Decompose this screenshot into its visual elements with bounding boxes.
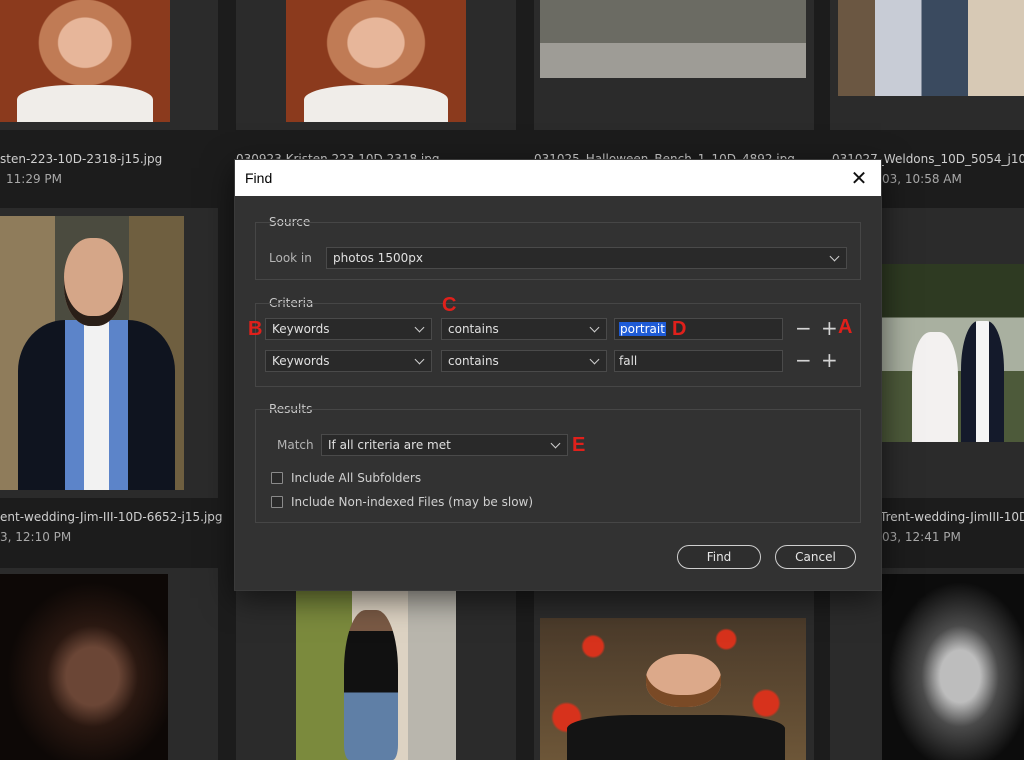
criteria-operator-select[interactable]: contains (441, 350, 607, 372)
look-in-label: Look in (269, 251, 312, 265)
annotation-marker-d: D (672, 318, 687, 340)
criteria-operator-select[interactable]: contains (441, 318, 607, 340)
match-select[interactable]: If all criteria are met (321, 434, 568, 456)
remove-criterion-button[interactable]: − (795, 318, 812, 338)
photo-thumbnail (540, 618, 806, 760)
thumbnail-cell[interactable] (0, 568, 218, 760)
include-nonindexed-checkbox[interactable]: Include Non-indexed Files (may be slow) (271, 495, 533, 509)
match-value: If all criteria are met (328, 438, 451, 452)
thumbnail-date: 3, 12:10 PM (0, 530, 72, 544)
chevron-down-icon (550, 438, 561, 448)
photo-thumbnail (296, 590, 456, 760)
criteria-field-select[interactable]: Keywords (265, 350, 432, 372)
add-criterion-button[interactable]: + (821, 318, 838, 338)
checkbox-box[interactable] (271, 496, 283, 508)
annotation-marker-a: A (838, 316, 853, 338)
find-dialog: Find ✕ Source Look in photos 1500px Crit… (235, 160, 881, 590)
criteria-field-value: Keywords (272, 322, 330, 336)
dialog-title: Find (245, 170, 273, 186)
annotation-marker-e: E (572, 434, 586, 456)
photo-thumbnail (838, 0, 1024, 96)
chevron-down-icon (414, 322, 425, 332)
thumbnail-date: 03, 10:58 AM (882, 172, 962, 186)
checkbox-label: Include All Subfolders (291, 471, 422, 485)
thumbnail-cell[interactable] (0, 208, 218, 498)
thumbnail-cell[interactable] (236, 0, 516, 130)
criteria-value-text: fall (619, 354, 638, 368)
thumbnail-filename: ent-wedding-Jim-III-10D-6652-j15.jpg (0, 510, 223, 524)
annotation-marker-c: C (442, 294, 457, 316)
criteria-operator-value: contains (448, 322, 499, 336)
find-button[interactable]: Find (677, 545, 761, 569)
thumbnail-filename: sten-223-10D-2318-j15.jpg (0, 152, 163, 166)
thumbnail-filename: Trent-wedding-JimIII-10D-6 (880, 510, 1024, 524)
cancel-button[interactable]: Cancel (775, 545, 856, 569)
match-label: Match (277, 438, 314, 452)
photo-thumbnail (540, 0, 806, 78)
remove-criterion-button[interactable]: − (795, 350, 812, 370)
photo-thumbnail (0, 0, 170, 122)
chevron-down-icon (589, 322, 600, 332)
chevron-down-icon (414, 354, 425, 364)
include-subfolders-checkbox[interactable]: Include All Subfolders (271, 471, 421, 485)
criteria-value-input[interactable]: portrait (614, 318, 783, 340)
photo-thumbnail (286, 0, 466, 122)
look-in-select[interactable]: photos 1500px (326, 247, 847, 269)
thumbnail-date: 11:29 PM (6, 172, 62, 186)
criteria-field-value: Keywords (272, 354, 330, 368)
photo-thumbnail (0, 216, 184, 490)
selected-text: portrait (619, 322, 666, 336)
photo-thumbnail (880, 264, 1024, 442)
thumbnail-cell[interactable] (0, 0, 218, 130)
checkbox-label: Include Non-indexed Files (may be slow) (291, 495, 534, 509)
photo-thumbnail (0, 574, 168, 760)
thumbnail-date: 03, 12:41 PM (882, 530, 961, 544)
criteria-value-input[interactable]: fall (614, 350, 783, 372)
thumbnail-cell[interactable] (830, 568, 1024, 760)
close-icon[interactable]: ✕ (847, 168, 871, 188)
chevron-down-icon (829, 251, 840, 261)
photo-thumbnail (882, 574, 1024, 760)
look-in-value: photos 1500px (333, 251, 423, 265)
thumbnail-cell[interactable] (534, 590, 814, 760)
thumbnail-cell[interactable] (236, 590, 516, 760)
thumbnail-cell[interactable] (534, 0, 814, 130)
criteria-field-select[interactable]: Keywords (265, 318, 432, 340)
chevron-down-icon (589, 354, 600, 364)
thumbnail-cell[interactable] (830, 0, 1024, 130)
criteria-group (255, 303, 861, 387)
criteria-operator-value: contains (448, 354, 499, 368)
add-criterion-button[interactable]: + (821, 350, 838, 370)
checkbox-box[interactable] (271, 472, 283, 484)
annotation-marker-b: B (248, 318, 263, 340)
dialog-titlebar[interactable]: Find ✕ (235, 160, 881, 196)
